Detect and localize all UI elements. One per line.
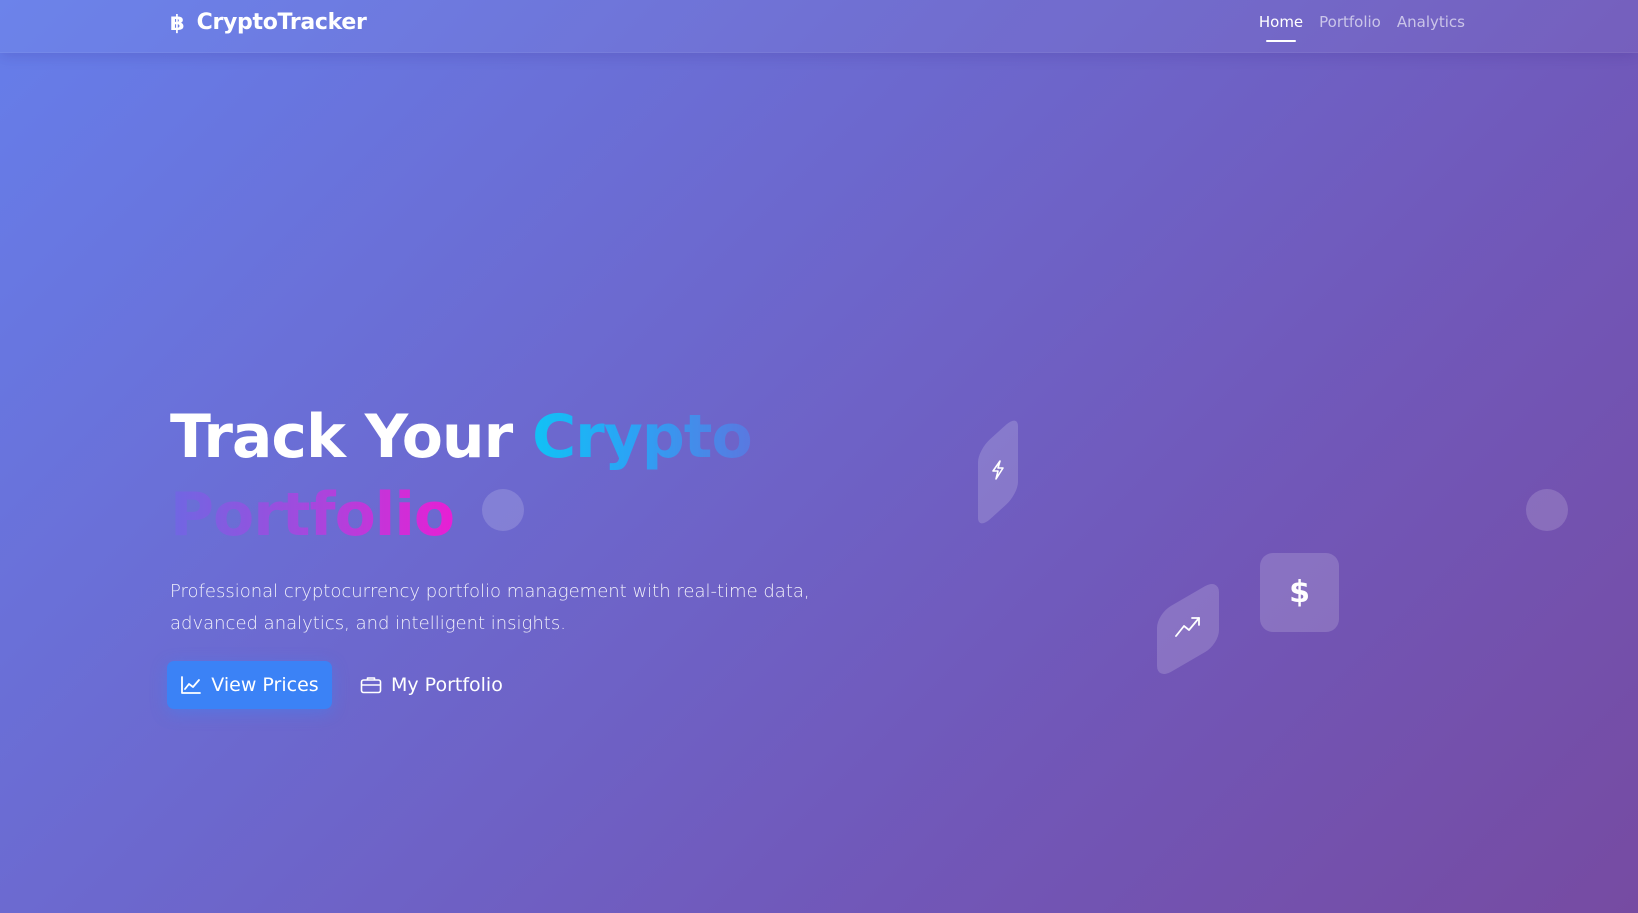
dollar-icon: $ <box>1289 574 1310 610</box>
hero-title: Track Your Crypto Portfolio <box>170 398 930 554</box>
nav-link-analytics[interactable]: Analytics <box>1397 13 1465 38</box>
chart-line-icon <box>180 675 202 695</box>
lightning-icon <box>991 460 1005 484</box>
briefcase-icon <box>360 676 382 694</box>
hero-title-crypto: Crypto <box>532 402 753 472</box>
hero-title-portfolio: Portfolio <box>170 480 455 550</box>
navbar: ฿ CryptoTracker Home Portfolio Analytics <box>0 0 1638 53</box>
floating-card-dollar: $ <box>1260 553 1339 632</box>
my-portfolio-label: My Portfolio <box>391 674 503 696</box>
decorative-orb <box>1526 489 1568 531</box>
nav-link-portfolio[interactable]: Portfolio <box>1319 13 1381 38</box>
hero-description: Professional cryptocurrency portfolio ma… <box>170 581 810 634</box>
brand-link[interactable]: ฿ CryptoTracker <box>170 10 367 36</box>
nav-links: Home Portfolio Analytics <box>1259 13 1465 42</box>
bitcoin-icon: ฿ <box>170 11 185 35</box>
view-prices-label: View Prices <box>211 674 319 696</box>
floating-card-bolt <box>978 413 1018 531</box>
brand-name: CryptoTracker <box>196 10 367 35</box>
my-portfolio-button[interactable]: My Portfolio <box>360 661 503 709</box>
view-prices-button[interactable]: View Prices <box>167 661 332 709</box>
hero-title-part1: Track Your <box>170 402 533 472</box>
decorative-orb <box>482 489 524 531</box>
trending-up-icon <box>1174 614 1202 644</box>
floating-card-trend <box>1157 578 1219 680</box>
nav-link-home[interactable]: Home <box>1259 13 1303 42</box>
